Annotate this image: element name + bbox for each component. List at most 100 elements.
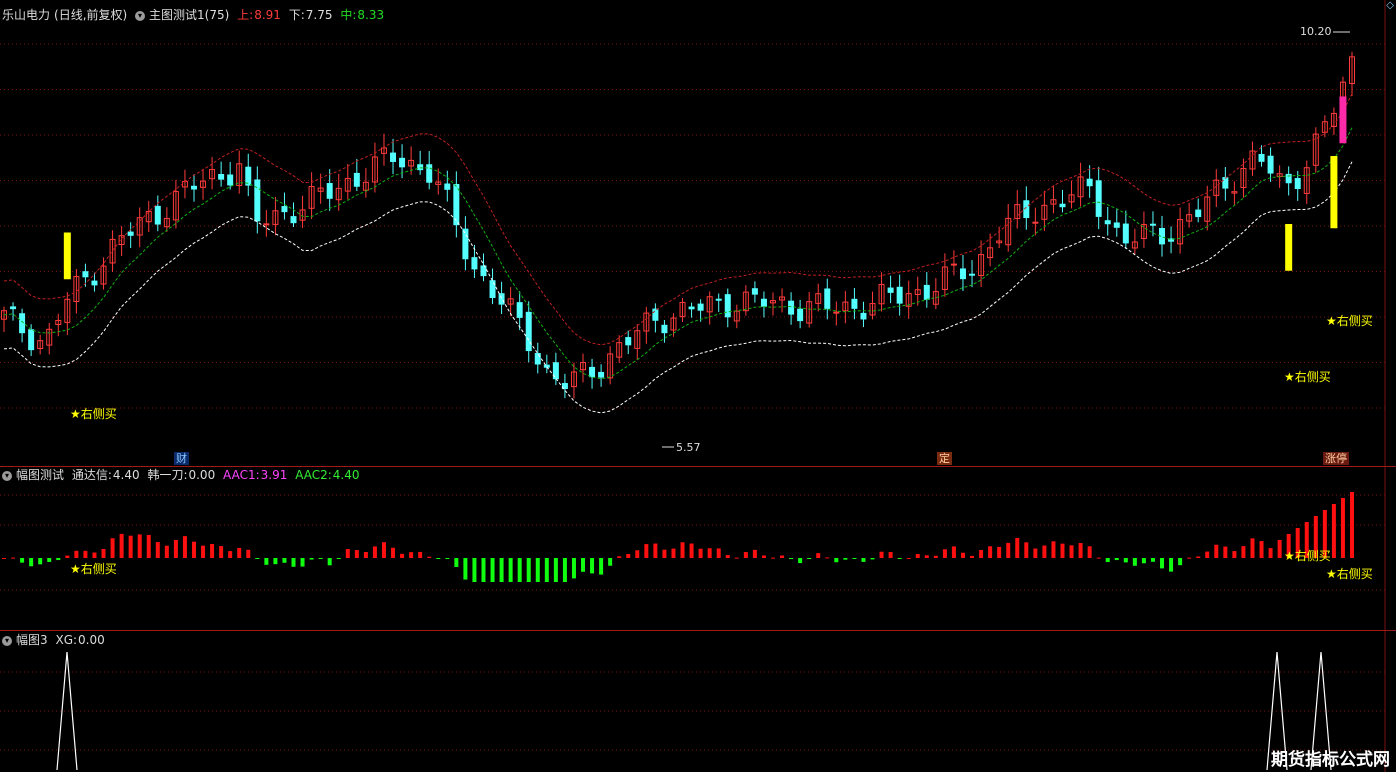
- chevron-down-icon[interactable]: ▾: [2, 635, 12, 646]
- chart-canvas: ★右侧买 ★右侧买 ★右侧买 ★右侧买 ★右侧买 ★右侧买: [0, 0, 1386, 772]
- hanyidao-label: 韩一刀:: [147, 468, 188, 482]
- candle-body: [227, 174, 234, 186]
- histogram-bar: [707, 548, 712, 558]
- candle-body: [82, 271, 89, 278]
- sub2-name[interactable]: 幅图3: [16, 633, 48, 647]
- upper-label: 上:: [237, 8, 254, 22]
- signal-bar: [63, 232, 71, 280]
- histogram-bar: [997, 546, 1002, 558]
- candle-body: [281, 206, 288, 213]
- upper-value: 8.91: [254, 8, 281, 22]
- histogram-bar: [562, 558, 567, 582]
- candle-body: [697, 303, 704, 311]
- histogram-bar: [155, 542, 160, 558]
- histogram-bar: [1132, 558, 1137, 566]
- histogram-bar: [1196, 556, 1201, 558]
- mid-value: 8.33: [357, 8, 385, 22]
- histogram-bar: [897, 558, 902, 559]
- histogram-bar: [617, 556, 622, 558]
- candle-body: [1195, 209, 1202, 218]
- histogram-bar: [653, 543, 658, 558]
- candle-body: [525, 311, 532, 352]
- histogram-bar: [1268, 548, 1273, 558]
- histogram-bar: [1141, 558, 1146, 564]
- histogram-bar: [635, 550, 640, 558]
- histogram-bar: [752, 549, 757, 558]
- main-price-chart: ★右侧买 ★右侧买 ★右侧买: [1, 31, 1373, 448]
- corner-marker[interactable]: ◇: [1386, 0, 1394, 11]
- histogram-bar: [472, 558, 477, 582]
- candle-body: [326, 182, 333, 199]
- histogram-bar: [1331, 504, 1336, 558]
- histogram-bar: [318, 558, 323, 559]
- histogram-bar: [608, 558, 613, 566]
- histogram-bar: [517, 558, 522, 582]
- histogram-bar: [345, 549, 350, 558]
- histogram-bar: [1214, 544, 1219, 558]
- histogram-bar: [363, 551, 368, 558]
- candle-body: [1267, 155, 1274, 174]
- candle-body: [1104, 220, 1111, 225]
- histogram-bar: [1078, 542, 1083, 558]
- histogram-bar: [391, 547, 396, 558]
- panel-divider-2: [0, 630, 1396, 631]
- tag-limit-up[interactable]: 涨停: [1323, 452, 1349, 465]
- histogram-bar: [83, 550, 88, 558]
- histogram-bar: [780, 555, 785, 558]
- histogram-bar: [1169, 558, 1174, 572]
- histogram-bar: [689, 543, 694, 558]
- histogram-bar: [336, 558, 341, 559]
- candle-body: [19, 313, 26, 334]
- period-label[interactable]: (日线,前复权): [54, 8, 127, 22]
- histogram-bar: [1350, 492, 1354, 558]
- histogram-bar: [327, 558, 332, 566]
- high-price-label: 10.20: [1300, 25, 1332, 38]
- histogram-bar: [988, 546, 993, 558]
- xg-label: XG:: [55, 633, 78, 647]
- sub1-name[interactable]: 幅图测试: [16, 468, 64, 482]
- histogram-bar: [743, 552, 748, 558]
- candle-body: [471, 257, 478, 270]
- candle-body: [1294, 178, 1301, 190]
- histogram-bar: [816, 553, 821, 558]
- histogram-bar: [1096, 557, 1101, 559]
- candle-body: [1113, 222, 1120, 228]
- tag-ding[interactable]: 定: [937, 452, 952, 465]
- histogram-bar: [29, 558, 34, 567]
- histogram-bar: [300, 558, 305, 567]
- chevron-down-icon[interactable]: ▾: [2, 470, 12, 481]
- histogram-bar: [409, 552, 414, 558]
- histogram-bar: [137, 534, 142, 558]
- histogram-bar: [354, 550, 359, 558]
- candle-body: [263, 223, 270, 226]
- histogram-bar: [1042, 545, 1047, 558]
- histogram-bar: [119, 533, 124, 558]
- histogram-bar: [110, 538, 115, 558]
- tag-finance[interactable]: 财: [174, 452, 189, 465]
- histogram-bar: [553, 558, 558, 582]
- candle-body: [788, 300, 795, 315]
- histogram-bar: [915, 554, 920, 558]
- histogram-bar: [228, 551, 233, 558]
- histogram-bar: [680, 542, 685, 558]
- candle-body: [417, 164, 424, 171]
- histogram-bar: [789, 558, 794, 559]
- stock-name[interactable]: 乐山电力: [2, 8, 50, 22]
- indicator-name[interactable]: 主图测试1(75): [149, 8, 229, 22]
- signal-label: ★右侧买: [70, 561, 117, 576]
- histogram-bar: [56, 558, 61, 561]
- candle-body: [10, 306, 17, 310]
- histogram-bar: [1033, 548, 1038, 558]
- chevron-down-icon[interactable]: ▾: [135, 10, 146, 21]
- candle-body: [724, 294, 731, 318]
- candle-body: [254, 179, 261, 222]
- histogram-bar: [128, 535, 133, 558]
- signal-label: ★右侧买: [1284, 548, 1331, 563]
- low-price-label: 5.57: [676, 441, 701, 454]
- xg-value: 0.00: [78, 633, 105, 647]
- histogram-bar: [2, 558, 6, 559]
- histogram-bar: [1187, 557, 1192, 559]
- candle-body: [1086, 178, 1093, 187]
- signal-label: ★右侧买: [70, 406, 117, 421]
- histogram-bar: [942, 549, 947, 558]
